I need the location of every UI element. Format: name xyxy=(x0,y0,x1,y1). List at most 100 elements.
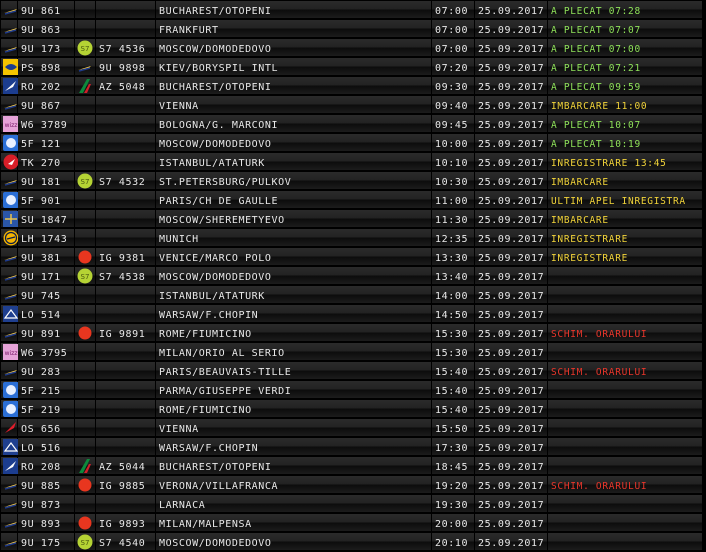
flight-number-cell: W6 3795 xyxy=(18,343,74,360)
destination-cell: BUCHAREST/OTOPENI xyxy=(156,1,431,18)
destination-text: BUCHAREST/OTOPENI xyxy=(159,462,272,473)
flight-date-cell: 25.09.2017 xyxy=(475,1,547,18)
flight-date-text: 25.09.2017 xyxy=(478,63,545,74)
flight-date-text: 25.09.2017 xyxy=(478,272,545,283)
flight-status-cell: INREGISTRARE xyxy=(548,229,702,246)
airline-logo-cell: wizz xyxy=(1,115,19,132)
flight-date-cell: 25.09.2017 xyxy=(475,20,547,37)
wizz-icon: wizz xyxy=(3,344,19,360)
codeshare-number-cell: IG 9891 xyxy=(96,324,155,341)
flight-row: 9U 891 IG 9891 ROME/FIUMICINO 15:30 25.09.20… xyxy=(0,323,702,341)
flight-date-cell: 25.09.2017 xyxy=(475,457,547,474)
flight-number-cell: LH 1743 xyxy=(18,229,74,246)
flight-status-text: SCHIM. ORARULUI xyxy=(551,367,648,378)
scheduled-time-text: 11:30 xyxy=(435,215,469,226)
flight-row: LO 516 WARSAW/F.CHOPIN 17:30 25.09.2017 xyxy=(0,437,702,455)
scheduled-time-cell: 12:35 xyxy=(432,229,474,246)
scheduled-time-cell: 09:30 xyxy=(432,77,474,94)
flight-row: 9U 381 IG 9381 VENICE/MARCO POLO 13:30 25.09… xyxy=(0,247,702,265)
s7-blue-icon xyxy=(3,401,19,417)
codeshare-logo-cell xyxy=(75,210,95,227)
destination-cell: LARNACA xyxy=(156,495,431,512)
flight-status-text: IMBARCARE xyxy=(551,177,609,188)
flight-number-cell: 5F 215 xyxy=(18,381,74,398)
airline-logo-cell xyxy=(1,77,19,94)
flight-number-text: 5F 219 xyxy=(21,405,61,416)
flight-status-cell: IMBARCARE xyxy=(548,172,702,189)
flight-number-text: 9U 891 xyxy=(21,329,61,340)
destination-cell: VIENNA xyxy=(156,96,431,113)
scheduled-time-cell: 14:50 xyxy=(432,305,474,322)
destination-text: PARMA/GIUSEPPE VERDI xyxy=(159,386,292,397)
codeshare-number-text: IG 9891 xyxy=(99,329,146,340)
codeshare-number-cell: IG 9893 xyxy=(96,514,155,531)
scheduled-time-text: 15:40 xyxy=(435,386,469,397)
flight-row: 9U 885 IG 9885 VERONA/VILLAFRANCA 19:20 25.0… xyxy=(0,475,702,493)
destination-cell: ISTANBUL/ATATURK xyxy=(156,153,431,170)
flight-date-cell: 25.09.2017 xyxy=(475,400,547,417)
flight-number-cell: 9U 745 xyxy=(18,286,74,303)
flight-row: 9U 173 S7 S7 4536 MOSCOW/DOMODEDOVO 07:00 25.… xyxy=(0,38,702,56)
destination-text: FRANKFURT xyxy=(159,25,219,36)
tarom-icon xyxy=(3,97,19,113)
codeshare-logo-cell: S7 xyxy=(75,267,95,284)
flight-date-text: 25.09.2017 xyxy=(478,310,545,321)
destination-cell: ST.PETERSBURG/PULKOV xyxy=(156,172,431,189)
flight-status-text: A PLECAT 07:07 xyxy=(551,25,641,36)
flight-row: 9U 863 FRANKFURT 07:00 25.09.2017 A PLECAT 0… xyxy=(0,19,702,37)
flight-status-text: INREGISTRARE xyxy=(551,234,629,245)
codeshare-logo-cell xyxy=(75,438,95,455)
scheduled-time-cell: 13:30 xyxy=(432,248,474,265)
flight-date-text: 25.09.2017 xyxy=(478,500,545,511)
codeshare-logo-cell xyxy=(75,514,95,531)
codeshare-number-text: IG 9893 xyxy=(99,519,146,530)
codeshare-number-cell xyxy=(96,115,155,132)
flight-date-cell: 25.09.2017 xyxy=(475,419,547,436)
flight-number-text: 9U 893 xyxy=(21,519,61,530)
flight-date-cell: 25.09.2017 xyxy=(475,96,547,113)
destination-text: MOSCOW/SHEREMETYEVO xyxy=(159,215,285,226)
destination-cell: BUCHAREST/OTOPENI xyxy=(156,77,431,94)
flight-row: 5F 121 MOSCOW/DOMODEDOVO 10:00 25.09.2017 A … xyxy=(0,133,702,151)
flight-date-cell: 25.09.2017 xyxy=(475,476,547,493)
flight-date-text: 25.09.2017 xyxy=(478,291,545,302)
codeshare-number-cell: AZ 5048 xyxy=(96,77,155,94)
scheduled-time-cell: 11:00 xyxy=(432,191,474,208)
codeshare-number-cell: AZ 5044 xyxy=(96,457,155,474)
lot-icon xyxy=(3,439,19,455)
flight-date-text: 25.09.2017 xyxy=(478,234,545,245)
svg-text:wizz: wizz xyxy=(5,350,18,357)
codeshare-number-cell xyxy=(96,210,155,227)
codeshare-number-text: S7 4538 xyxy=(99,272,146,283)
flight-status-text: A PLECAT 07:21 xyxy=(551,63,641,74)
flight-date-cell: 25.09.2017 xyxy=(475,134,547,151)
destination-text: WARSAW/F.CHOPIN xyxy=(159,443,259,454)
destination-cell: FRANKFURT xyxy=(156,20,431,37)
scheduled-time-text: 19:30 xyxy=(435,500,469,511)
codeshare-logo-cell xyxy=(75,191,95,208)
scheduled-time-text: 15:40 xyxy=(435,367,469,378)
scheduled-time-text: 10:00 xyxy=(435,139,469,150)
scheduled-time-text: 17:30 xyxy=(435,443,469,454)
flight-number-text: 9U 175 xyxy=(21,538,61,549)
destination-text: MILAN/MALPENSA xyxy=(159,519,252,530)
destination-text: MILAN/ORIO AL SERIO xyxy=(159,348,285,359)
airline-logo-cell xyxy=(1,96,17,113)
codeshare-logo-cell xyxy=(75,229,95,246)
codeshare-logo-cell: S7 xyxy=(75,39,95,56)
destination-cell: WARSAW/F.CHOPIN xyxy=(156,438,431,455)
codeshare-logo-cell xyxy=(75,77,95,94)
scheduled-time-cell: 15:40 xyxy=(432,381,474,398)
alitalia-icon xyxy=(77,78,93,94)
tarom-icon xyxy=(3,325,19,341)
tarom-icon xyxy=(3,2,19,18)
codeshare-number-cell: S7 4532 xyxy=(96,172,155,189)
flight-number-text: 9U 173 xyxy=(21,44,61,55)
codeshare-logo-cell xyxy=(75,324,95,341)
flight-date-text: 25.09.2017 xyxy=(478,25,545,36)
codeshare-number-text: AZ 5044 xyxy=(99,462,146,473)
flight-date-cell: 25.09.2017 xyxy=(475,229,547,246)
flight-date-text: 25.09.2017 xyxy=(478,443,545,454)
airline-logo-cell xyxy=(1,1,17,18)
scheduled-time-cell: 15:40 xyxy=(432,400,474,417)
